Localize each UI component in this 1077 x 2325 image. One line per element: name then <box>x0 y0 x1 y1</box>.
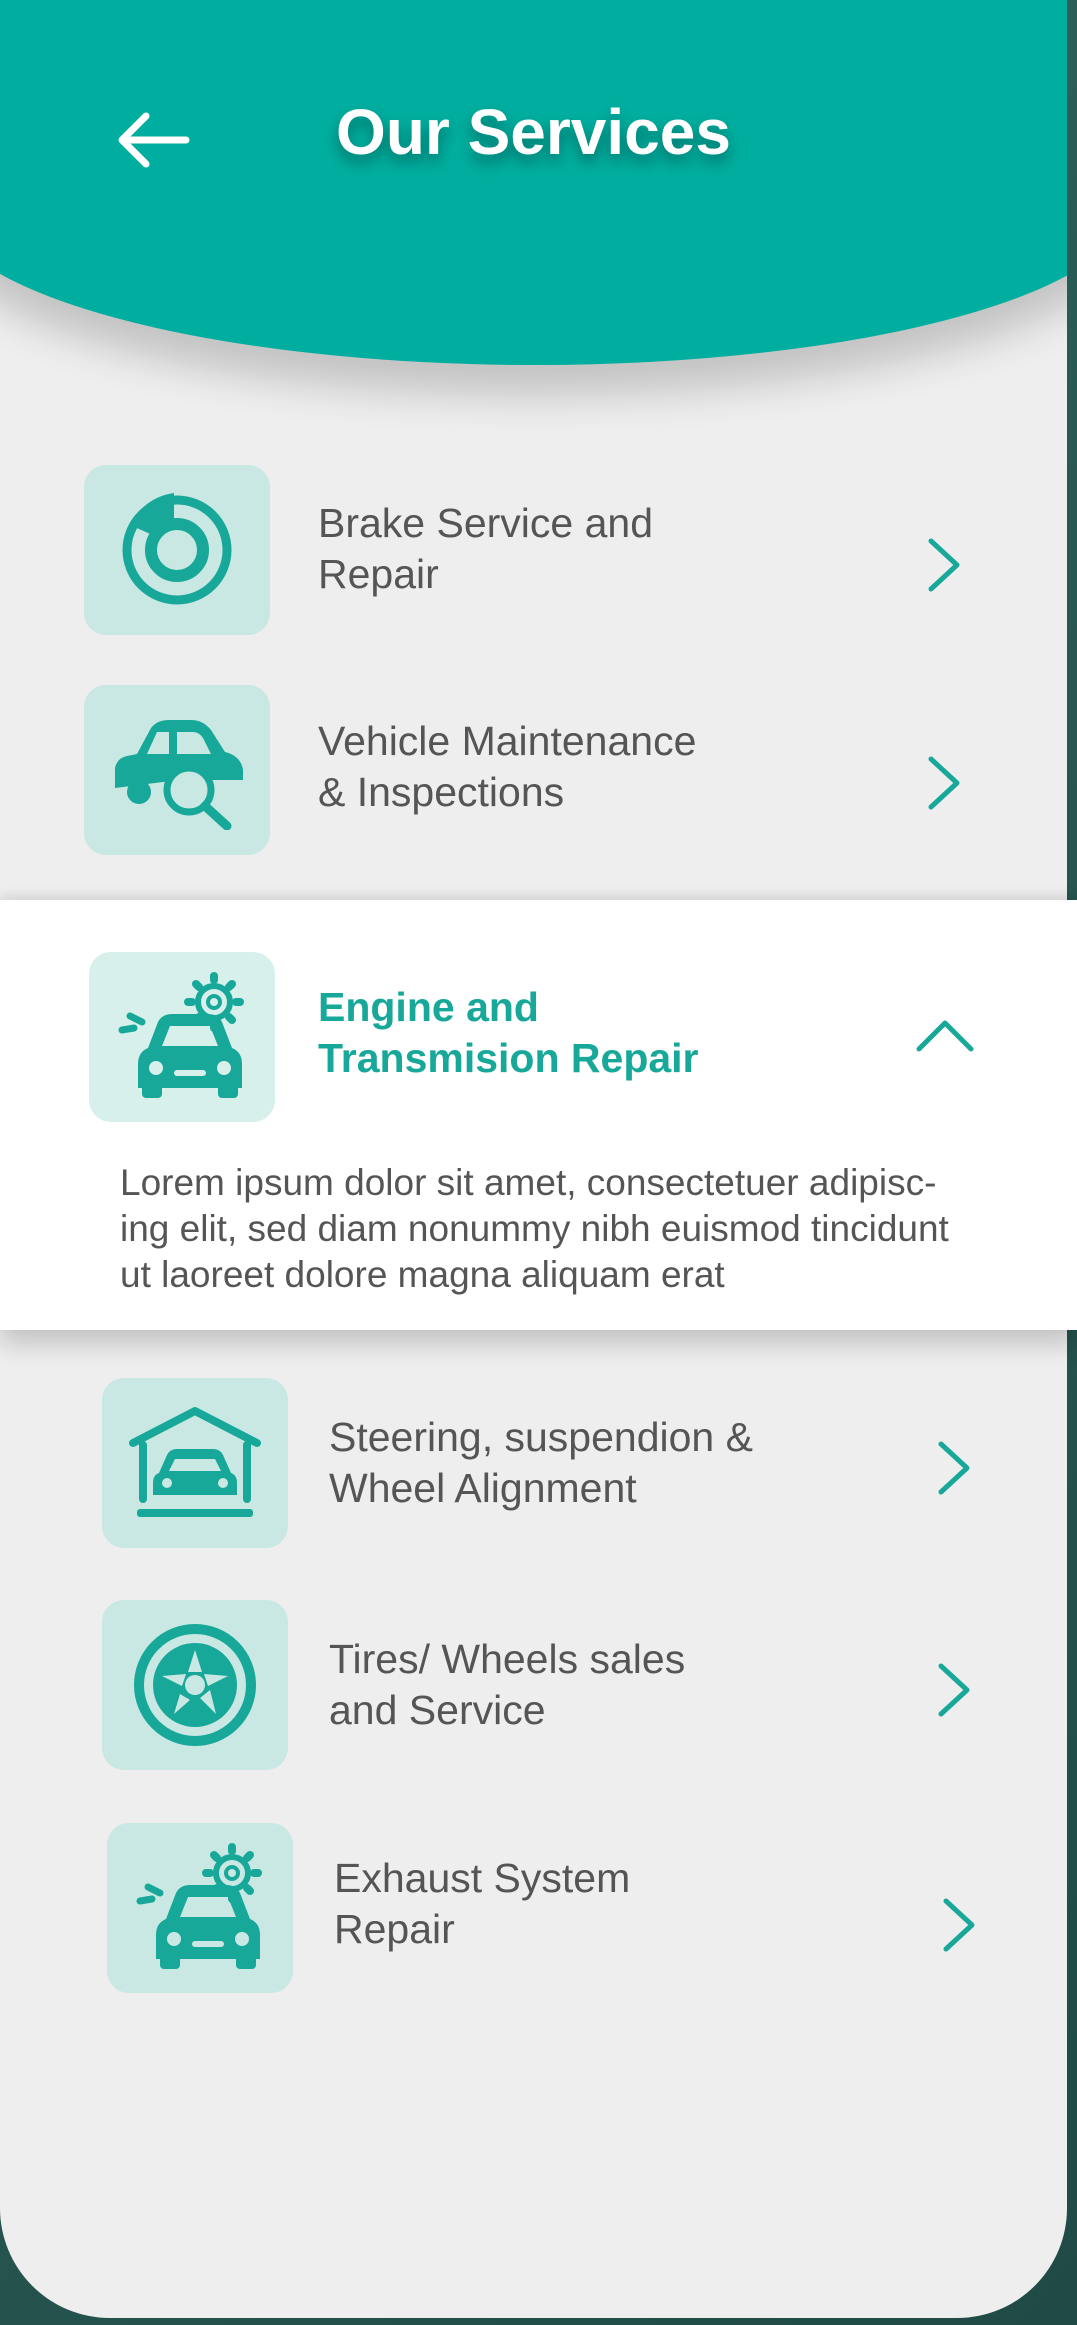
chevron-right-icon <box>925 1660 985 1720</box>
service-item-tires[interactable]: Tires/ Wheels sales and Service <box>0 1600 1067 1780</box>
car-gear-icon <box>118 972 244 1098</box>
description-line: Lorem ipsum dolor sit amet, consectetuer… <box>120 1162 937 1203</box>
chevron-right-icon <box>925 1438 985 1498</box>
icon-tile <box>107 1823 293 1993</box>
service-label-line2: & Inspections <box>318 769 565 815</box>
chevron-right-icon <box>915 535 975 595</box>
service-label-line1: Engine and <box>318 984 539 1030</box>
service-item-engine-expanded[interactable]: Engine and Transmision Repair Lorem ipsu… <box>0 900 1077 1330</box>
service-label-line2: Repair <box>334 1906 455 1952</box>
car-gear-icon <box>136 1843 262 1969</box>
service-label-line1: Brake Service and <box>318 500 654 546</box>
service-item-exhaust[interactable]: Exhaust System Repair <box>0 1823 1067 2003</box>
service-label-line1: Vehicle Maintenance <box>318 718 697 764</box>
service-item-steering[interactable]: Steering, suspendion & Wheel Alignment <box>0 1378 1067 1558</box>
service-label-line2: and Service <box>329 1687 546 1733</box>
service-label-line1: Steering, suspendion & <box>329 1414 753 1460</box>
icon-tile <box>102 1600 288 1770</box>
service-label-line2: Wheel Alignment <box>329 1465 637 1511</box>
service-label-line1: Tires/ Wheels sales <box>329 1636 686 1682</box>
garage-car-icon <box>129 1407 261 1517</box>
description-line: ing elit, sed diam nonummy nibh euismod … <box>120 1208 949 1249</box>
service-label-line2: Repair <box>318 551 439 597</box>
brake-disc-icon <box>122 493 232 605</box>
chevron-right-icon <box>915 753 975 813</box>
header-background <box>0 0 1067 365</box>
service-label-line1: Exhaust System <box>334 1855 631 1901</box>
icon-tile <box>84 465 270 635</box>
icon-tile <box>89 952 275 1122</box>
chevron-right-icon <box>930 1895 990 1955</box>
page-title: Our Services <box>336 96 731 168</box>
wheel-icon <box>134 1624 256 1746</box>
service-item-brake[interactable]: Brake Service and Repair <box>0 465 1067 645</box>
service-item-maintenance[interactable]: Vehicle Maintenance & Inspections <box>0 685 1067 865</box>
chevron-up-icon[interactable] <box>915 1005 975 1065</box>
icon-tile <box>84 685 270 855</box>
service-label-line2: Transmision Repair <box>318 1035 699 1081</box>
car-inspection-icon <box>115 720 243 830</box>
description-line: ut laoreet dolore magna aliquam erat <box>120 1254 725 1295</box>
service-description: Lorem ipsum dolor sit amet, consectetuer… <box>120 1160 1000 1298</box>
icon-tile <box>102 1378 288 1548</box>
